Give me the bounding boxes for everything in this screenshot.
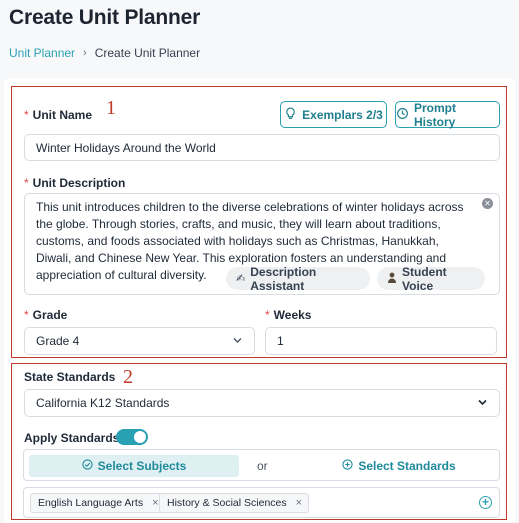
subject-tag: History & Social Sciences × [159,493,310,513]
apply-standards-label: Apply Standards [24,431,120,445]
breadcrumb: Unit Planner › Create Unit Planner [9,46,200,60]
writing-hand-icon: ✍ [236,273,246,285]
grade-value: Grade 4 [36,334,80,348]
required-mark: * [24,308,29,322]
exemplars-button[interactable]: Exemplars 2/3 [280,101,387,128]
unit-name-label: * Unit Name [24,108,92,122]
history-icon [396,107,409,123]
student-voice-label: Student Voice [402,264,447,293]
clear-icon[interactable]: ✕ [482,198,493,209]
remove-tag-icon[interactable]: × [296,497,302,509]
student-voice-button[interactable]: Student Voice [377,264,485,293]
description-assistant-label: Description Assistant [250,264,317,293]
subject-tag-label: History & Social Sciences [167,497,287,509]
prompt-history-button-label: Prompt History [414,100,456,129]
required-mark: * [24,108,29,122]
select-standards-label: Select Standards [358,459,456,473]
apply-standards-toggle[interactable] [116,429,148,445]
student-icon [387,272,397,286]
chevron-down-icon [233,336,242,347]
check-circle-icon [82,459,93,473]
select-standards-button[interactable]: Select Standards [334,455,464,477]
page-title: Create Unit Planner [9,6,201,29]
lightbulb-icon [284,107,297,123]
weeks-label-text: Weeks [273,308,312,322]
select-subjects-button[interactable]: Select Subjects [29,455,239,477]
grade-label-text: Grade [32,308,68,322]
weeks-label: * Weeks [265,308,311,322]
select-subjects-label: Select Subjects [97,459,187,473]
breadcrumb-separator-icon: › [83,47,87,59]
unit-name-input[interactable]: Winter Holidays Around the World [24,134,500,161]
required-mark: * [265,308,270,322]
selected-subjects: English Language Arts × History & Social… [23,487,500,518]
unit-description-textarea[interactable]: This unit introduces children to the div… [24,193,500,295]
breadcrumb-current: Create Unit Planner [94,46,201,60]
add-subject-icon[interactable]: + [479,496,492,509]
plus-circle-icon [342,459,353,473]
weeks-value: 1 [277,334,284,348]
exemplars-button-label: Exemplars 2/3 [302,107,383,122]
state-standards-label: State Standards [24,370,116,384]
weeks-input[interactable]: 1 [265,327,497,355]
grade-select[interactable]: Grade 4 [24,327,255,355]
description-assistant-button[interactable]: ✍ Description Assistant [226,264,370,293]
state-standards-value: California K12 Standards [36,396,170,410]
unit-description-label: * Unit Description [24,176,125,190]
annotation-number-2: 2 [123,366,133,388]
subject-tag-label: English Language Arts [38,497,144,509]
toggle-knob [134,431,146,443]
or-separator: or [257,459,268,473]
unit-name-value: Winter Holidays Around the World [36,140,216,155]
required-mark: * [24,176,29,190]
subject-standard-selector: Select Subjects or Select Standards [23,449,500,481]
remove-tag-icon[interactable]: × [152,497,158,509]
prompt-history-button[interactable]: Prompt History [395,100,500,129]
unit-name-label-text: Unit Name [32,108,93,122]
breadcrumb-unit-planner-link[interactable]: Unit Planner [9,46,75,60]
annotation-number-1: 1 [106,97,116,119]
subject-tag: English Language Arts × [30,493,166,513]
state-standards-select[interactable]: California K12 Standards [24,389,500,417]
unit-description-label-text: Unit Description [32,176,126,190]
grade-label: * Grade [24,308,67,322]
chevron-down-icon [478,398,487,409]
